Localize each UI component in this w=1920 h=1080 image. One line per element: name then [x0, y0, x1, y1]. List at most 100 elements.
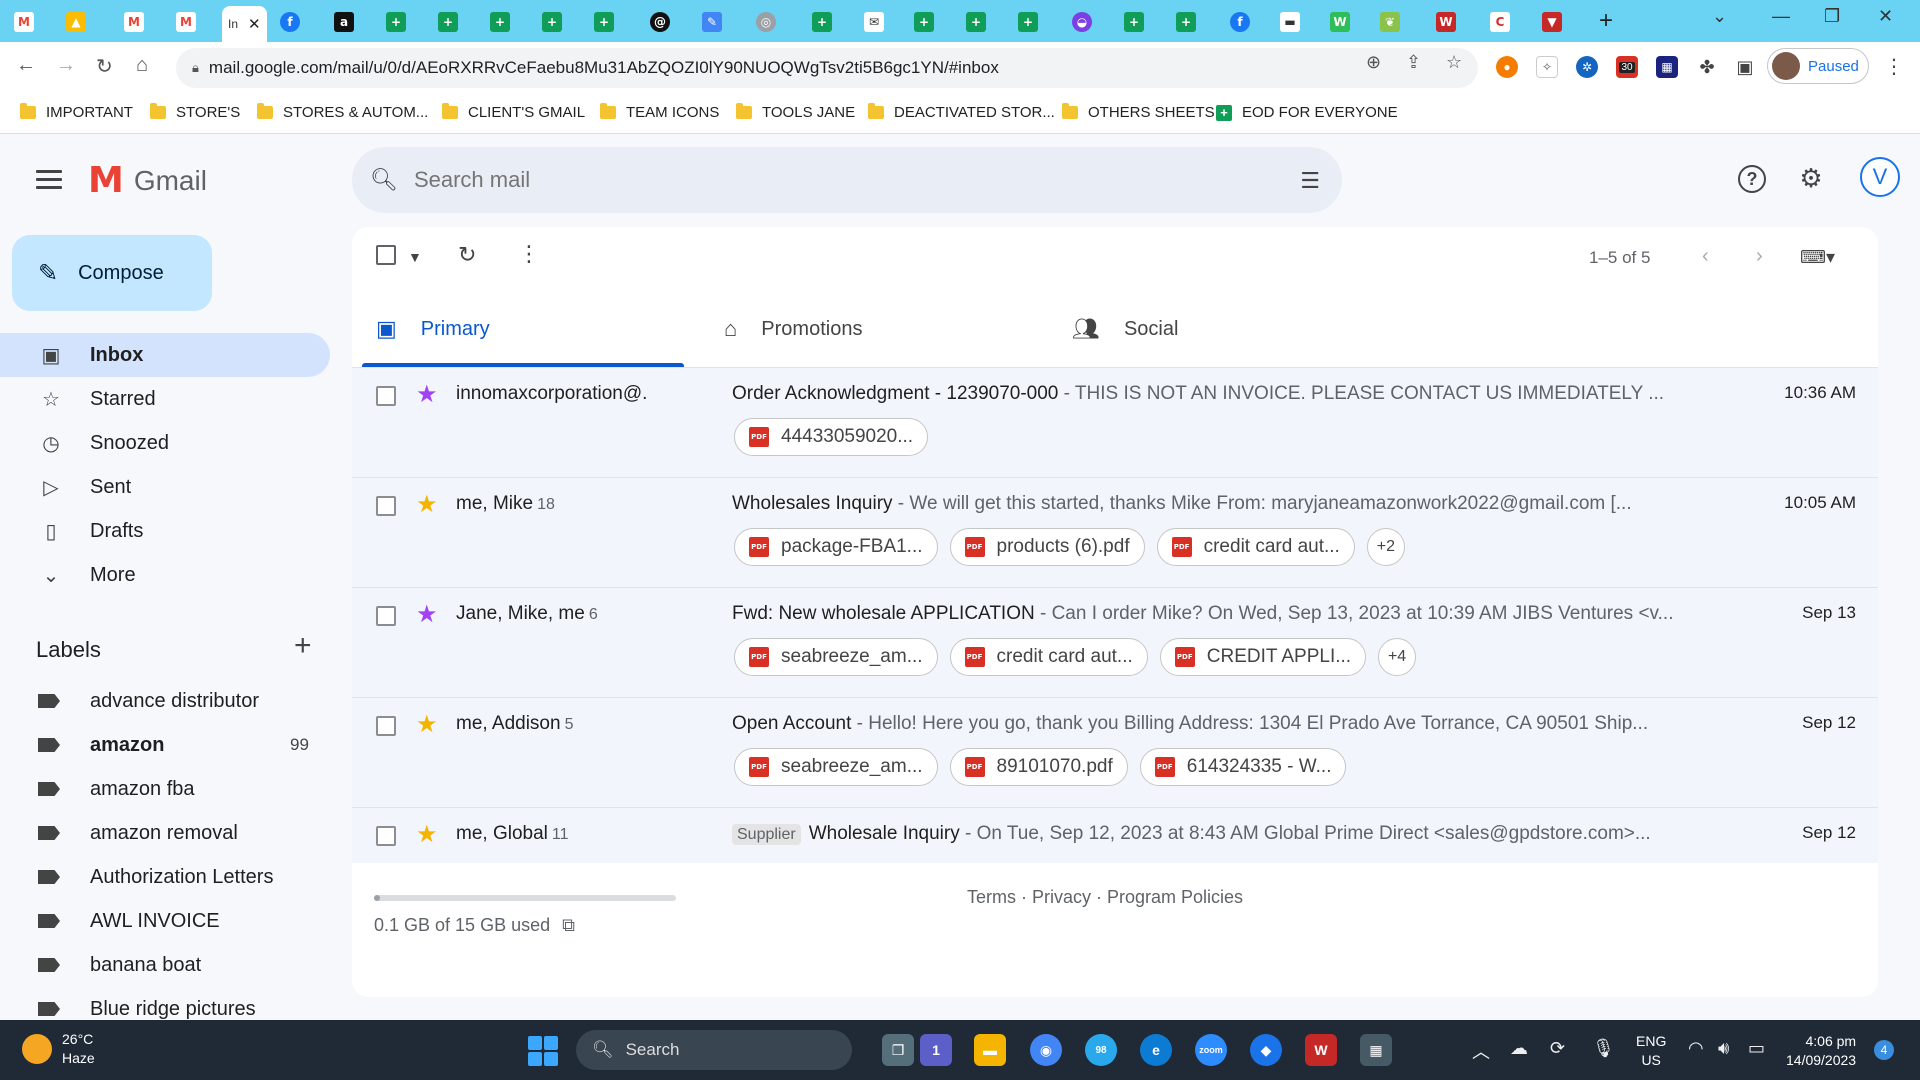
tab-search-icon[interactable]: ⌄ [1712, 6, 1727, 27]
star-icon[interactable]: ★ [416, 820, 438, 849]
attachment-chip[interactable]: PDF seabreeze_am... [734, 638, 938, 676]
extension-gear-icon[interactable]: ✲ [1576, 56, 1598, 78]
email-row[interactable]: ★ Jane, Mike, me 6 Fwd: New wholesale APPLI… [352, 587, 1878, 697]
tab-gmail-3[interactable]: M [176, 8, 196, 36]
bookmark-folder[interactable]: OTHERS SHEETS [1062, 103, 1215, 121]
tab-sheets-8[interactable]: + [966, 8, 986, 36]
row-checkbox[interactable] [376, 606, 396, 626]
tab-messenger[interactable]: ◒ [1072, 8, 1092, 36]
attachment-chip[interactable]: PDF 614324335 - W... [1139, 748, 1347, 786]
label-item[interactable]: AWL INVOICE [0, 901, 330, 941]
sidebar-item-sent[interactable]: ▷ Sent [0, 465, 330, 509]
row-checkbox[interactable] [376, 826, 396, 846]
label-chip[interactable]: Supplier [732, 824, 801, 845]
address-bar[interactable]: 🔒︎ mail.google.com/mail/u/0/d/AEoRXRRvCe… [176, 48, 1478, 88]
add-label-button[interactable]: + [294, 629, 312, 663]
tab-sheets-1[interactable]: + [386, 8, 406, 36]
bookmark-folder[interactable]: CLIENT'S GMAIL [442, 103, 585, 121]
attachment-chip[interactable]: PDF CREDIT APPLI... [1159, 638, 1367, 676]
footer-links[interactable]: Terms · Privacy · Program Policies [967, 887, 1243, 908]
bookmark-folder[interactable]: STORES & AUTOM... [257, 103, 428, 121]
weather-widget[interactable]: 26°C Haze [22, 1030, 95, 1068]
start-button[interactable] [528, 1036, 558, 1066]
new-tab-button[interactable]: + [1599, 7, 1613, 35]
profile-button[interactable]: Paused [1767, 48, 1869, 84]
label-item[interactable]: amazon 99 [0, 725, 330, 765]
email-row[interactable]: ★ innomaxcorporation@. Order Acknowledgmen… [352, 367, 1878, 477]
tab-gmail-2[interactable]: M [124, 8, 144, 36]
task-view-icon[interactable]: ❐ [882, 1034, 914, 1066]
system-clock[interactable]: 4:06 pm 14/09/2023 [1786, 1032, 1856, 1070]
bookmark-link[interactable]: + EOD FOR EVERYONE [1216, 104, 1398, 121]
more-attachments-button[interactable]: +2 [1366, 528, 1405, 566]
tab-sheets-2[interactable]: + [438, 8, 458, 36]
sidebar-item-starred[interactable]: ☆ Starred [0, 377, 330, 421]
search-input[interactable] [413, 167, 1234, 193]
reload-icon[interactable]: ↻ [96, 54, 113, 79]
side-panel-icon[interactable]: ▣ [1734, 56, 1756, 78]
chrome-icon[interactable]: ◉ [1030, 1034, 1062, 1066]
notification-badge[interactable]: 4 [1874, 1040, 1894, 1060]
tab-sheets-7[interactable]: + [914, 8, 934, 36]
attachment-chip[interactable]: PDF package-FBA1... [734, 528, 938, 566]
label-item[interactable]: advance distributor [0, 681, 330, 721]
open-in-new-icon[interactable]: ⧉ [562, 915, 575, 936]
gmail-logo[interactable]: M Gmail [88, 163, 207, 199]
label-item[interactable]: Authorization Letters [0, 857, 330, 897]
calculator-icon[interactable]: ▦ [1360, 1034, 1392, 1066]
compose-button[interactable]: ✎ Compose [12, 235, 212, 311]
select-all-checkbox[interactable] [376, 245, 396, 271]
sidebar-item-snoozed[interactable]: ◷ Snoozed [0, 421, 330, 465]
bookmark-folder[interactable]: DEACTIVATED STOR... [868, 103, 1055, 121]
tab-sheets-10[interactable]: + [1124, 8, 1144, 36]
browser-menu-icon[interactable]: ⋮ [1884, 54, 1904, 79]
home-icon[interactable]: ⌂ [136, 54, 148, 77]
tab-sheets-6[interactable]: + [812, 8, 832, 36]
attachment-chip[interactable]: PDF credit card aut... [1156, 528, 1355, 566]
attachment-chip[interactable]: PDF credit card aut... [949, 638, 1148, 676]
sidebar-item-inbox[interactable]: ▣ Inbox [0, 333, 330, 377]
bookmark-folder[interactable]: TEAM ICONS [600, 103, 719, 121]
back-arrow-icon[interactable]: ← [16, 54, 36, 77]
tab-amazon[interactable]: a [334, 8, 354, 36]
tab-drive[interactable]: ▲ [66, 8, 86, 36]
close-tab-icon[interactable]: ✕ [248, 15, 261, 33]
attachment-chip[interactable]: PDF 44433059020... [734, 418, 929, 456]
edge-icon[interactable]: e [1140, 1034, 1172, 1066]
tab-tool[interactable]: ✎ [702, 8, 722, 36]
teams-icon[interactable]: 1 [920, 1034, 952, 1066]
tab-globe[interactable]: ◎ [756, 8, 776, 36]
extension-orange-icon[interactable]: ● [1496, 56, 1518, 78]
show-hidden-icons[interactable]: ︿ [1472, 1038, 1490, 1064]
row-checkbox[interactable] [376, 496, 396, 516]
volume-icon[interactable]: 🔊︎ [1718, 1038, 1729, 1059]
file-explorer-icon[interactable]: ▬ [974, 1034, 1006, 1066]
email-row[interactable]: ★ me, Global 11 Supplier Wholesale Inquiry -… [352, 807, 1878, 863]
extension-grid-icon[interactable]: ▦ [1656, 56, 1678, 78]
bookmark-folder[interactable]: IMPORTANT [20, 103, 133, 121]
vpn-icon[interactable]: ◆ [1250, 1034, 1282, 1066]
tab-social[interactable]: 👥︎ Social [1048, 291, 1382, 367]
more-actions-icon[interactable]: ⋮ [518, 241, 540, 267]
share-icon[interactable]: ⇪ [1406, 52, 1421, 73]
tab-wps[interactable]: W [1436, 8, 1456, 36]
tab-threads[interactable]: @ [650, 8, 670, 36]
tab-active-inbox[interactable]: In ✕ [222, 6, 267, 42]
email-row[interactable]: ★ me, Mike 18 Wholesales Inquiry - We will … [352, 477, 1878, 587]
extension-feather-icon[interactable]: ✧ [1536, 56, 1558, 78]
tab-doc[interactable]: ▬ [1280, 8, 1300, 36]
attachment-chip[interactable]: PDF 89101070.pdf [949, 748, 1128, 786]
tab-facebook[interactable]: f [280, 8, 300, 36]
tab-sheets-5[interactable]: + [594, 8, 614, 36]
battery-icon[interactable]: ▭ [1748, 1038, 1765, 1059]
newer-page-icon[interactable]: ‹ [1702, 245, 1709, 268]
attachment-chip[interactable]: PDF seabreeze_am... [734, 748, 938, 786]
star-icon[interactable]: ★ [416, 490, 438, 519]
search-icon[interactable]: 🔍︎ [370, 167, 398, 193]
refresh-icon[interactable]: ↻ [458, 242, 476, 268]
zoom-icon[interactable]: zoom [1195, 1034, 1227, 1066]
tab-facebook-2[interactable]: f [1230, 8, 1250, 36]
main-menu-icon[interactable] [36, 170, 62, 194]
star-icon[interactable]: ★ [416, 380, 438, 409]
bookmark-folder[interactable]: TOOLS JANE [736, 103, 855, 121]
